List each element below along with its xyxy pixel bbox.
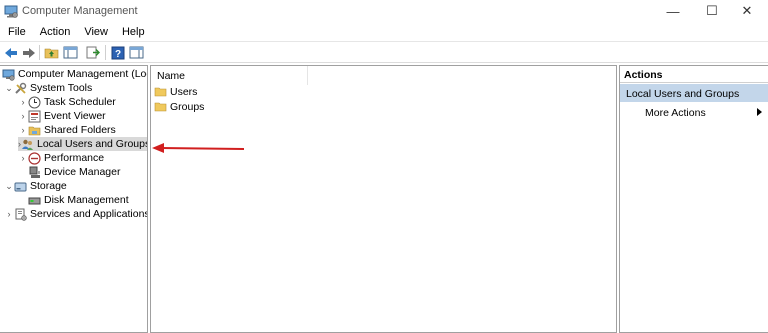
toolbar: ? bbox=[0, 41, 768, 63]
up-folder-icon[interactable] bbox=[43, 44, 60, 61]
more-actions-label: More Actions bbox=[645, 107, 706, 119]
chevron-right-icon[interactable]: › bbox=[18, 96, 28, 108]
services-icon bbox=[14, 208, 27, 221]
chevron-down-icon[interactable]: ⌄ bbox=[4, 82, 14, 94]
clock-icon bbox=[28, 96, 41, 109]
chevron-right-icon[interactable]: › bbox=[4, 208, 14, 220]
back-icon[interactable] bbox=[2, 44, 19, 61]
tree-item-label: Performance bbox=[44, 152, 105, 164]
users-group-icon bbox=[21, 138, 34, 151]
tree-item-label: Disk Management bbox=[44, 194, 129, 206]
toolbar-separator bbox=[39, 45, 40, 60]
tree-item-label: Services and Applications bbox=[30, 208, 148, 220]
actions-section-local-users[interactable]: Local Users and Groups bbox=[620, 84, 768, 102]
more-actions-item[interactable]: More Actions bbox=[620, 104, 768, 120]
disk-icon bbox=[28, 194, 41, 207]
folder-icon bbox=[154, 101, 167, 114]
title-bar: Computer Management — ☐ ✕ bbox=[0, 0, 768, 22]
device-manager-icon bbox=[28, 166, 41, 179]
computer-management-icon bbox=[2, 68, 15, 81]
tree-item-label: Local Users and Groups bbox=[37, 138, 148, 150]
folder-icon bbox=[154, 86, 167, 99]
performance-icon bbox=[28, 151, 41, 165]
tree-item-root[interactable]: Computer Management (Local bbox=[2, 67, 148, 81]
chevron-right-icon[interactable]: › bbox=[18, 110, 28, 122]
menu-help[interactable]: Help bbox=[114, 23, 151, 41]
tree-item-storage[interactable]: ⌄ Storage bbox=[4, 179, 67, 193]
event-viewer-icon bbox=[28, 110, 41, 123]
toolbar-separator bbox=[105, 45, 106, 60]
list-item[interactable]: Groups bbox=[154, 100, 204, 114]
list-item[interactable]: Users bbox=[154, 85, 197, 99]
help-icon[interactable]: ? bbox=[109, 44, 126, 61]
tree-item-label: Device Manager bbox=[44, 166, 121, 178]
window-title: Computer Management bbox=[22, 5, 138, 17]
tree-item-disk-management[interactable]: Disk Management bbox=[28, 193, 129, 207]
actions-pane: Actions Local Users and Groups More Acti… bbox=[619, 65, 768, 333]
list-item-label: Users bbox=[170, 86, 198, 98]
list-item-label: Groups bbox=[170, 101, 205, 113]
export-list-icon[interactable] bbox=[84, 44, 101, 61]
tree-item-performance[interactable]: › Performance bbox=[18, 151, 104, 165]
chevron-right-icon[interactable]: › bbox=[18, 124, 28, 136]
tree-item-label: Task Scheduler bbox=[44, 96, 116, 108]
tree-item-label: Computer Management (Local bbox=[18, 68, 148, 80]
tree-item-services-and-applications[interactable]: › Services and Applications bbox=[4, 207, 148, 221]
chevron-right-icon[interactable]: › bbox=[18, 152, 28, 164]
show-hide-tree-icon[interactable] bbox=[62, 44, 79, 61]
menu-action[interactable]: Action bbox=[32, 23, 77, 41]
actions-header: Actions bbox=[620, 66, 768, 83]
column-header-name[interactable]: Name bbox=[151, 66, 308, 85]
close-button[interactable]: ✕ bbox=[724, 0, 768, 22]
svg-text:?: ? bbox=[114, 49, 120, 60]
storage-icon bbox=[14, 180, 27, 193]
tree-item-event-viewer[interactable]: › Event Viewer bbox=[18, 109, 106, 123]
computer-management-icon bbox=[4, 4, 18, 18]
menu-view[interactable]: View bbox=[76, 23, 114, 41]
chevron-down-icon[interactable]: ⌄ bbox=[4, 180, 14, 192]
forward-icon[interactable] bbox=[20, 44, 37, 61]
submenu-arrow-icon bbox=[757, 108, 762, 116]
tree-item-local-users-and-groups[interactable]: › Local Users and Groups bbox=[18, 137, 147, 151]
tree-item-label: Storage bbox=[30, 180, 67, 192]
tree-item-system-tools[interactable]: ⌄ System Tools bbox=[4, 81, 92, 95]
shared-folder-icon bbox=[28, 124, 41, 137]
tree-item-label: System Tools bbox=[30, 82, 93, 94]
menu-file[interactable]: File bbox=[0, 23, 32, 41]
annotation-arrow-icon bbox=[152, 143, 245, 153]
tree-item-device-manager[interactable]: Device Manager bbox=[28, 165, 120, 179]
console-tree: Computer Management (Local ⌄ System Tool… bbox=[0, 65, 148, 333]
tree-item-label: Shared Folders bbox=[44, 124, 116, 136]
tree-item-task-scheduler[interactable]: › Task Scheduler bbox=[18, 95, 116, 109]
results-pane: Name Users Groups bbox=[150, 65, 617, 333]
tree-item-label: Event Viewer bbox=[44, 110, 106, 122]
menu-bar: File Action View Help bbox=[0, 23, 768, 41]
tree-item-shared-folders[interactable]: › Shared Folders bbox=[18, 123, 116, 137]
action-pane-icon[interactable] bbox=[128, 44, 145, 61]
tools-icon bbox=[14, 82, 27, 95]
